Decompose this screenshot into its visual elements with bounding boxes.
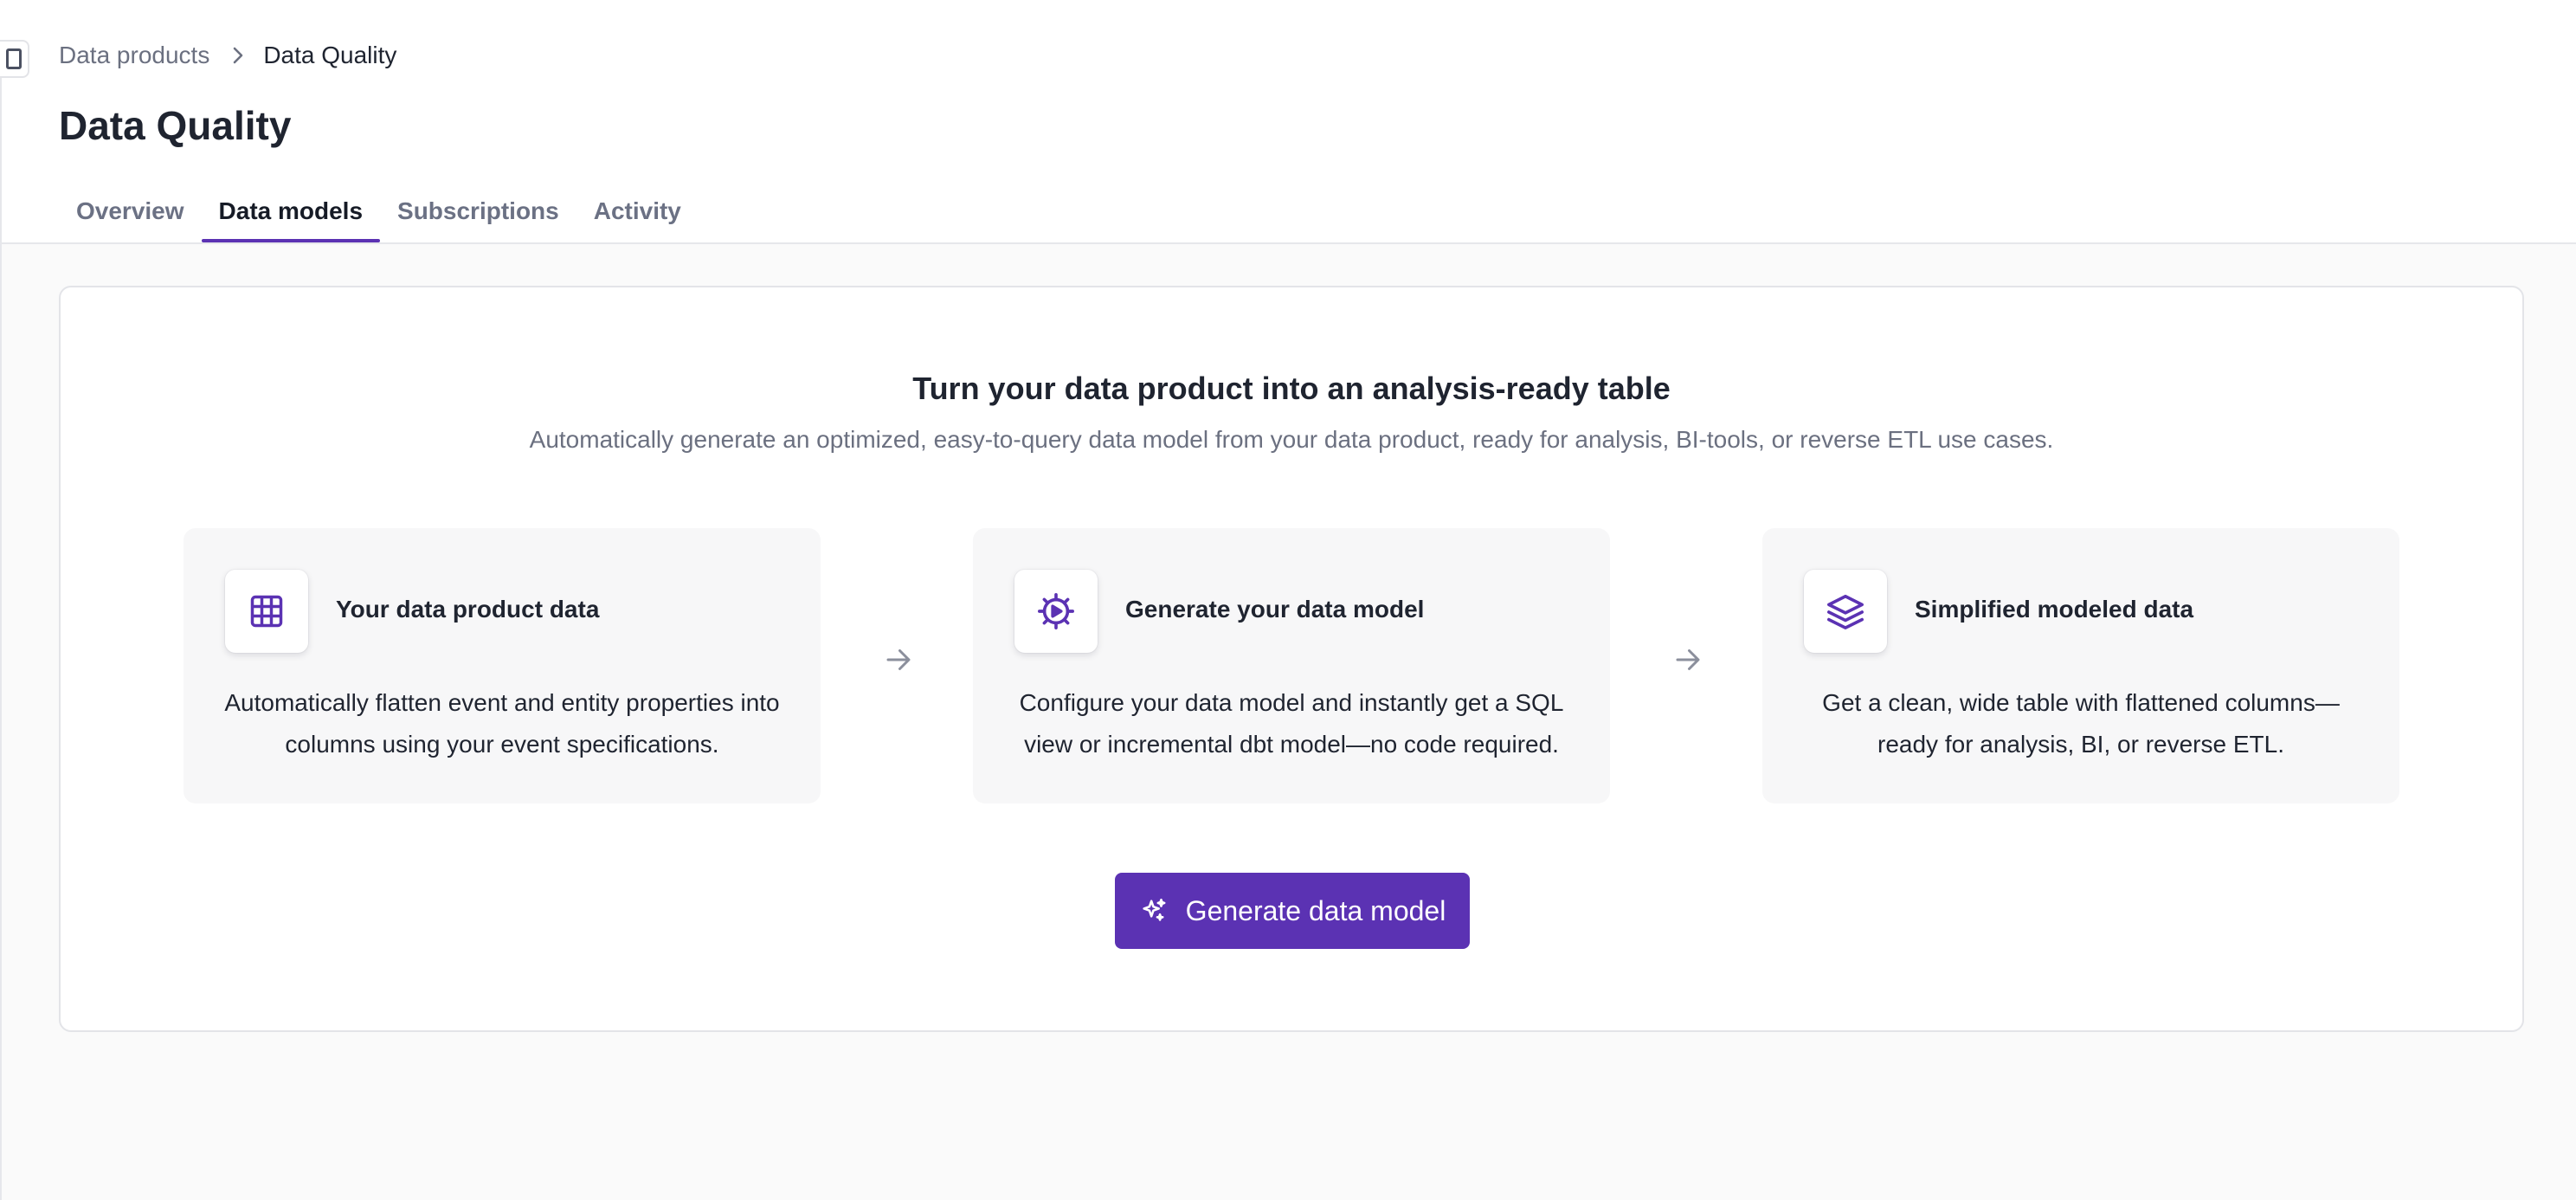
generate-data-model-label: Generate data model (1185, 894, 1446, 926)
empty-state-subtitle: Automatically generate an optimized, eas… (529, 426, 2054, 453)
table-grid-icon (225, 570, 308, 653)
arrow-right-icon (1671, 642, 1705, 677)
page: Data products Data Quality Data Quality … (0, 0, 2576, 1200)
step-card-generate-model: Generate your data model Configure your … (973, 528, 1610, 803)
step-description: Configure your data model and instantly … (1019, 689, 1564, 758)
step-card-data-product-data: Your data product data Automatically fla… (184, 528, 821, 803)
step-title: Generate your data model (1125, 596, 1425, 623)
tab-bar: Overview Data models Subscriptions Activ… (59, 189, 699, 242)
breadcrumb-link-data-products[interactable]: Data products (59, 42, 209, 69)
arrow-right-icon (881, 642, 916, 677)
gear-play-icon (1014, 570, 1098, 653)
step-description: Get a clean, wide table with flattened c… (1822, 689, 2340, 758)
step-description: Automatically flatten event and entity p… (224, 689, 780, 758)
tab-overview[interactable]: Overview (59, 189, 202, 242)
empty-state-title: Turn your data product into an analysis-… (912, 371, 1671, 406)
breadcrumb: Data products Data Quality (59, 42, 396, 69)
step-title: Simplified modeled data (1915, 596, 2194, 623)
sidebar-panel-icon (6, 48, 22, 69)
step-card-modeled-data: Simplified modeled data Get a clean, wid… (1762, 528, 2399, 803)
step-title: Your data product data (336, 596, 600, 623)
sidebar-toggle-button[interactable] (0, 40, 29, 78)
layers-icon (1804, 570, 1887, 653)
tab-data-models[interactable]: Data models (201, 189, 381, 242)
tab-subscriptions[interactable]: Subscriptions (380, 189, 576, 242)
data-model-empty-state-card: Turn your data product into an analysis-… (59, 286, 2524, 1032)
sparkles-icon (1139, 896, 1169, 926)
breadcrumb-current: Data Quality (263, 42, 397, 68)
generate-data-model-button[interactable]: Generate data model (1115, 873, 1470, 949)
tab-activity[interactable]: Activity (576, 189, 699, 242)
page-title: Data Quality (59, 103, 292, 148)
chevron-right-icon (232, 46, 244, 65)
